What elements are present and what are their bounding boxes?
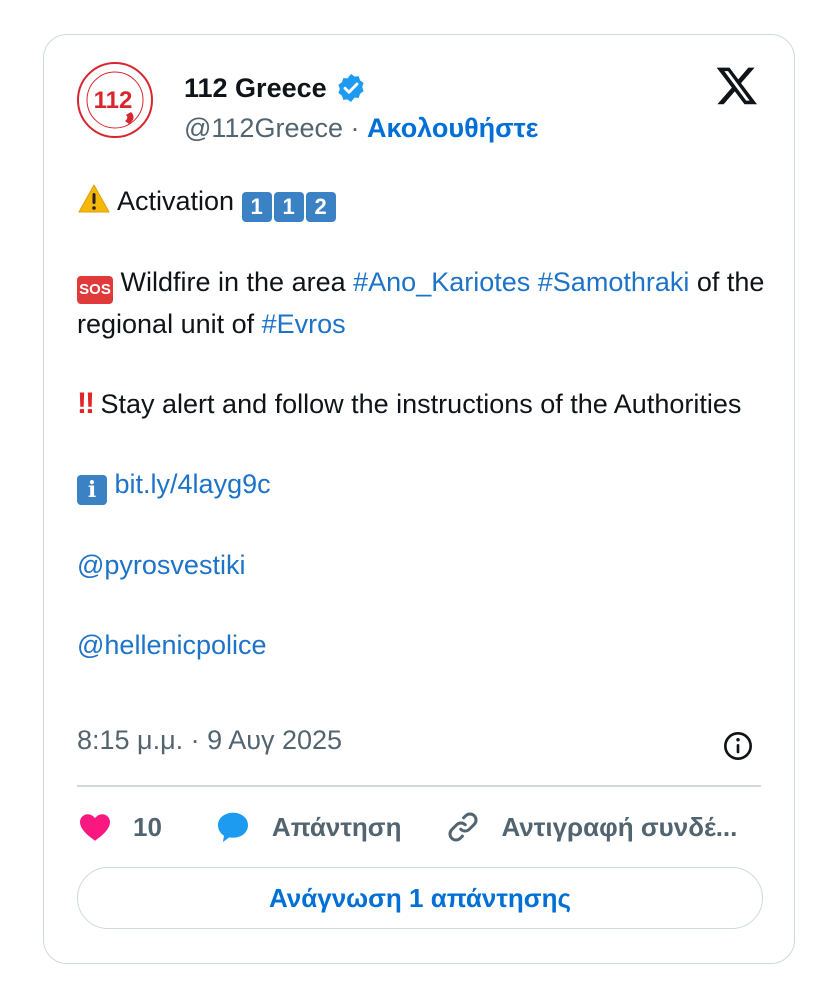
author-handle[interactable]: @112Greece — [184, 113, 343, 143]
heart-icon — [80, 814, 110, 841]
separator: · — [350, 113, 360, 143]
wildfire-text: Wildfire in the area — [120, 267, 346, 297]
double-exclamation-icon: !! — [77, 387, 95, 420]
hashtag-evros[interactable]: #Evros — [262, 309, 346, 339]
wildfire-line: SOS Wildfire in the area #Ano_Kariotes #… — [77, 262, 767, 344]
timestamp[interactable]: 8:15 μ.μ. · 9 Αυγ 2025 — [77, 725, 342, 756]
info-icon[interactable] — [722, 730, 754, 762]
alert-line: !! Stay alert and follow the instruction… — [77, 384, 767, 424]
follow-link[interactable]: Ακολουθήστε — [367, 113, 538, 143]
author-name[interactable]: 112 Greece — [184, 73, 327, 104]
verified-badge-icon — [338, 74, 364, 102]
alert-text: Stay alert and follow the instructions o… — [100, 389, 742, 419]
read-replies-button[interactable]: Ανάγνωση 1 απάντησης — [77, 867, 763, 929]
tweet-card: 112 112 Greece @112Greece · Ακολουθήστε … — [43, 34, 795, 964]
digit-1-icon: 1 — [273, 192, 304, 222]
copy-link-button[interactable]: Αντιγραφή συνδέ... — [445, 809, 737, 845]
like-button[interactable]: 10 — [77, 809, 162, 845]
mention-line-2: @hellenicpolice — [77, 625, 767, 665]
sos-icon: SOS — [77, 276, 113, 304]
short-link[interactable]: bit.ly/4layg9c — [115, 469, 271, 499]
digit-2-icon: 2 — [305, 192, 336, 222]
hashtag-ano-kariotes[interactable]: #Ano_Kariotes — [353, 267, 530, 297]
info-link-line: i bit.ly/4layg9c — [77, 464, 767, 505]
activation-text: Activation — [117, 186, 235, 216]
action-bar: 10 Απάντηση Αντιγραφή συνδέ... — [77, 805, 767, 849]
reply-label: Απάντηση — [271, 811, 402, 842]
info-source-icon: i — [77, 475, 107, 505]
tweet-body: Activation 112 SOS Wildfire in the area … — [77, 181, 767, 705]
avatar[interactable]: 112 — [77, 62, 153, 138]
handle-row: @112Greece · Ακολουθήστε — [184, 113, 539, 144]
digit-1-icon: 1 — [241, 192, 272, 222]
mention-hellenicpolice[interactable]: @hellenicpolice — [77, 630, 267, 660]
like-count: 10 — [133, 811, 162, 842]
copy-link-label: Αντιγραφή συνδέ... — [501, 811, 738, 842]
x-logo-icon[interactable] — [715, 63, 759, 107]
mention-line-1: @pyrosvestiki — [77, 545, 767, 585]
author-name-row: 112 Greece — [184, 72, 367, 104]
speech-bubble-icon — [217, 812, 248, 842]
reply-button[interactable]: Απάντηση — [214, 809, 402, 845]
avatar-text: 112 — [94, 87, 133, 114]
divider — [77, 785, 761, 787]
link-icon — [449, 812, 478, 842]
activation-line: Activation 112 — [77, 181, 767, 222]
mention-pyrosvestiki[interactable]: @pyrosvestiki — [77, 550, 245, 580]
warning-icon — [78, 184, 110, 213]
hashtag-samothraki[interactable]: #Samothraki — [538, 267, 690, 297]
